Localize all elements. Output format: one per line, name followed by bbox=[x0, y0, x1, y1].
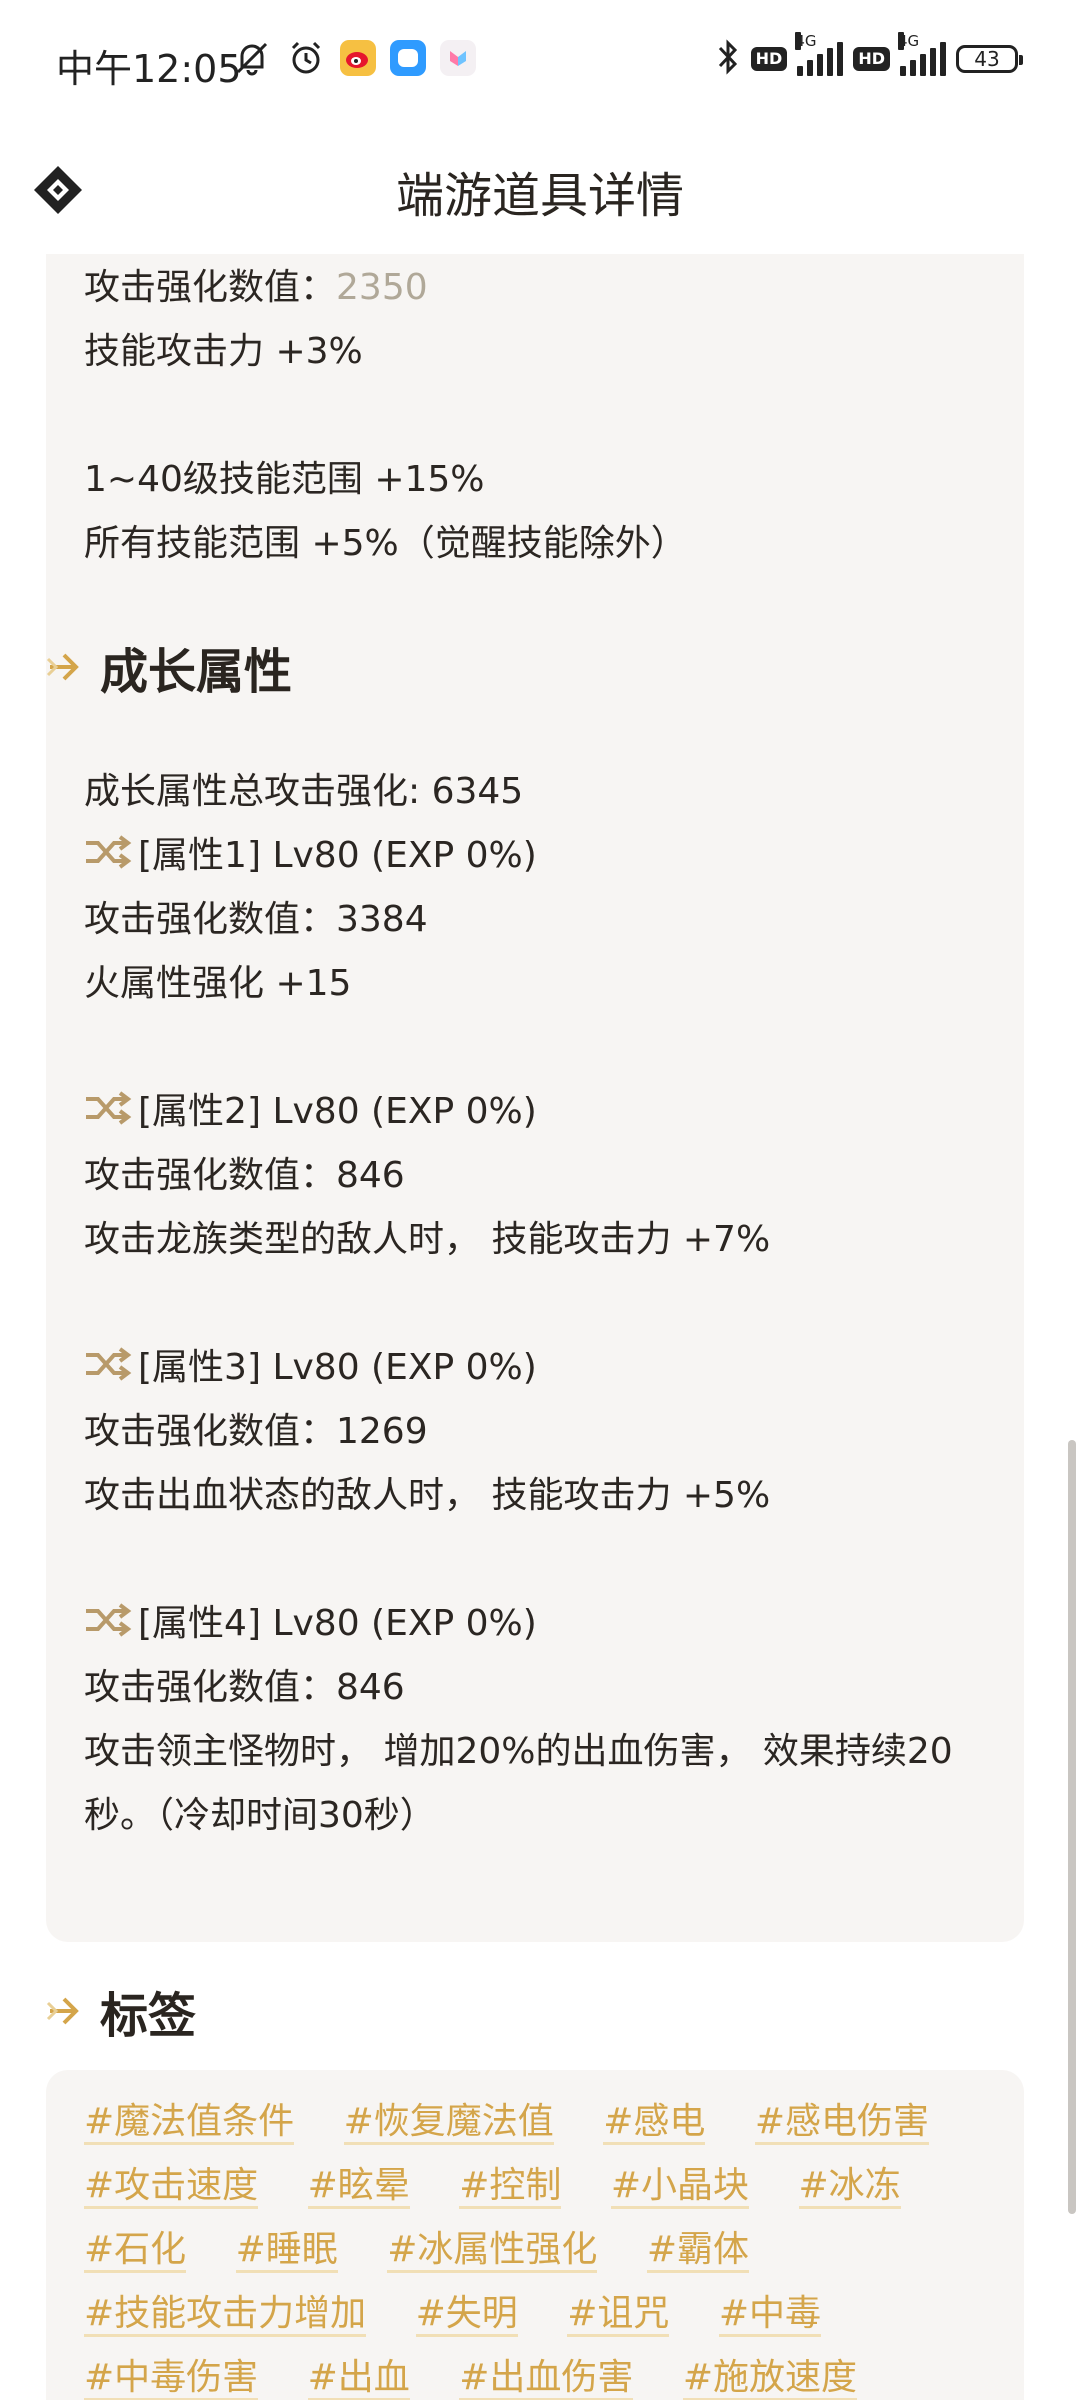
tag-chip[interactable]: #中毒伤害 bbox=[84, 2357, 259, 2400]
attr-4-header: [属性4] Lv80 (EXP 0%) bbox=[84, 1594, 537, 1646]
skill-range-line: 1~40级技能范围 +15% bbox=[84, 459, 485, 500]
shuffle-icon bbox=[86, 1347, 132, 1381]
tag-chip[interactable]: #出血伤害 bbox=[459, 2357, 634, 2400]
tag-chip[interactable]: #攻击速度 bbox=[84, 2165, 259, 2209]
tag-chip[interactable]: #眩晕 bbox=[307, 2165, 410, 2209]
section-arrow-icon bbox=[46, 1997, 79, 2025]
attr-1-header: [属性1] Lv80 (EXP 0%) bbox=[84, 826, 537, 878]
tags-card: #魔法值条件 #恢复魔法值 #感电 #感电伤害 #攻击速度 #眩晕 #控制 #小… bbox=[46, 2070, 1024, 2400]
attr-2-effect: 攻击龙族类型的敌人时， 技能攻击力 +7% bbox=[84, 1219, 771, 1260]
growth-section-header: 成长属性 bbox=[46, 632, 292, 702]
tags-section-title: 标签 bbox=[100, 1988, 197, 2044]
tag-chip[interactable]: #中毒 bbox=[718, 2293, 822, 2337]
status-bar: 中午12:05 HD 4G HD 4G 43 bbox=[0, 0, 1080, 126]
attack-enhance-line: 攻击强化数值：2350 bbox=[84, 258, 428, 310]
tag-chip[interactable]: #恢复魔法值 bbox=[343, 2101, 554, 2145]
attr-3-title: [属性3] Lv80 (EXP 0%) bbox=[138, 1347, 537, 1388]
attr-1-attack: 攻击强化数值：3384 bbox=[84, 899, 428, 940]
tag-chip[interactable]: #感电伤害 bbox=[754, 2101, 930, 2145]
hd-badge-2: HD bbox=[853, 47, 890, 71]
all-skill-range-line: 所有技能范围 +5%（觉醒技能除外） bbox=[84, 523, 687, 564]
attr-4-attack: 攻击强化数值：846 bbox=[84, 1667, 405, 1708]
attr-1-title: [属性1] Lv80 (EXP 0%) bbox=[138, 835, 537, 876]
attr-3-header: [属性3] Lv80 (EXP 0%) bbox=[84, 1338, 537, 1390]
tag-chip[interactable]: #石化 bbox=[84, 2229, 187, 2273]
attr-3-effect: 攻击出血状态的敌人时， 技能攻击力 +5% bbox=[84, 1475, 771, 1516]
attr-2-title: [属性2] Lv80 (EXP 0%) bbox=[138, 1091, 537, 1132]
detail-content[interactable]: 攻击强化数值：2350 技能攻击力 +3% 1~40级技能范围 +15% 所有技… bbox=[0, 254, 1080, 2400]
tag-chip[interactable]: #出血 bbox=[307, 2357, 410, 2400]
weibo-app-icon bbox=[340, 40, 376, 76]
section-arrow-icon bbox=[46, 653, 79, 681]
tag-chip[interactable]: #控制 bbox=[459, 2165, 562, 2209]
attr-3-attack: 攻击强化数值：1269 bbox=[84, 1411, 428, 1452]
tags-section-header: 标签 bbox=[46, 1976, 196, 2046]
skill-attack-line: 技能攻击力 +3% bbox=[84, 331, 363, 372]
signal-icon-2: 4G bbox=[898, 32, 946, 76]
status-time: 中午12:05 bbox=[56, 47, 242, 91]
signal-icon: 4G bbox=[795, 32, 844, 76]
attr-2-header: [属性2] Lv80 (EXP 0%) bbox=[84, 1082, 537, 1134]
attr-4-title: [属性4] Lv80 (EXP 0%) bbox=[138, 1603, 537, 1644]
tag-chip[interactable]: #诅咒 bbox=[567, 2293, 670, 2337]
notifications-muted-icon bbox=[232, 38, 272, 78]
colorful-app-icon bbox=[440, 40, 476, 76]
attr-4-effect-cont: 秒。（冷却时间30秒） bbox=[84, 1795, 436, 1836]
growth-attributes-card: 成长属性总攻击强化: 6345 [属性1] Lv80 (EXP 0%) 攻击强化… bbox=[46, 726, 1024, 1942]
network-type-label-2: 4G bbox=[898, 32, 920, 50]
tags-list: #魔法值条件 #恢复魔法值 #感电 #感电伤害 #攻击速度 #眩晕 #控制 #小… bbox=[84, 2090, 1004, 2400]
hd-badge: HD bbox=[750, 47, 788, 71]
growth-total-line: 成长属性总攻击强化: 6345 bbox=[84, 771, 524, 812]
tag-chip[interactable]: #失明 bbox=[415, 2293, 518, 2337]
tag-chip[interactable]: #技能攻击力增加 bbox=[84, 2293, 367, 2337]
tag-chip[interactable]: #小晶块 bbox=[610, 2165, 750, 2209]
status-right-icons: HD 4G HD 4G 43 bbox=[715, 32, 1023, 80]
alarm-icon bbox=[286, 38, 326, 78]
tag-chip[interactable]: #冰属性强化 bbox=[387, 2229, 598, 2273]
attack-enhance-label: 攻击强化数值： bbox=[84, 267, 337, 308]
tag-chip[interactable]: #魔法值条件 bbox=[84, 2101, 295, 2145]
attack-enhance-value: 2350 bbox=[336, 267, 428, 308]
shuffle-icon bbox=[86, 1603, 132, 1637]
status-left-icons bbox=[232, 38, 476, 78]
attr-1-effect: 火属性强化 +15 bbox=[84, 963, 352, 1004]
tag-chip[interactable]: #施放速度 bbox=[682, 2357, 858, 2400]
bluetooth-icon bbox=[715, 38, 741, 80]
page-title: 端游道具详情 bbox=[395, 168, 684, 224]
app-header: 端游道具详情 bbox=[0, 126, 1080, 254]
attr-4-effect: 攻击领主怪物时， 增加20%的出血伤害， 效果持续20 bbox=[84, 1731, 953, 1772]
tag-chip[interactable]: #感电 bbox=[603, 2101, 706, 2145]
tag-chip[interactable]: #冰冻 bbox=[798, 2165, 901, 2209]
tag-chip[interactable]: #霸体 bbox=[646, 2229, 750, 2273]
network-type-label: 4G bbox=[795, 32, 817, 50]
attr-2-attack: 攻击强化数值：846 bbox=[84, 1155, 405, 1196]
chat-app-icon bbox=[390, 40, 426, 76]
scrollbar[interactable] bbox=[1068, 1440, 1076, 2214]
growth-section-title: 成长属性 bbox=[100, 644, 293, 700]
shuffle-icon bbox=[86, 835, 132, 869]
battery-indicator: 43 bbox=[956, 45, 1023, 73]
shuffle-icon bbox=[86, 1091, 132, 1125]
tag-chip[interactable]: #睡眠 bbox=[235, 2229, 338, 2273]
